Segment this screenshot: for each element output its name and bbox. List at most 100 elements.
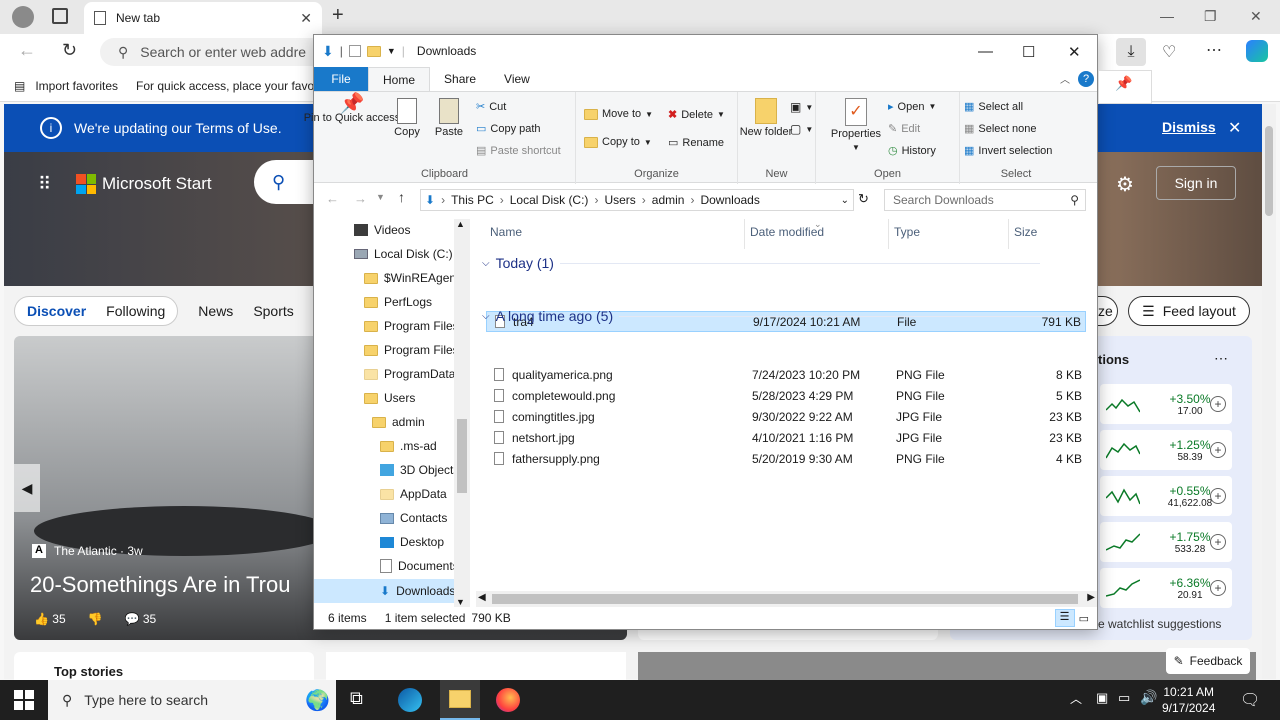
firefox-icon[interactable] [496, 688, 520, 712]
column-type[interactable]: Type [894, 225, 920, 239]
horizontal-scrollbar[interactable]: ◀ ▶ [476, 591, 1097, 607]
story-card[interactable] [638, 652, 1256, 680]
customize-qat-icon[interactable]: ▼ [387, 46, 396, 56]
feedback-button[interactable]: ✎ Feedback [1166, 648, 1250, 674]
tab-file[interactable]: File [314, 67, 368, 91]
watchlist-more-icon[interactable]: ⋯ [1214, 350, 1228, 367]
explorer-close-icon[interactable]: ✕ [1068, 43, 1081, 61]
minimize-icon[interactable]: — [1160, 8, 1174, 24]
new-item-icon[interactable]: ▣ ▼ [790, 100, 813, 114]
crumb-downloads[interactable]: Downloads [700, 193, 759, 207]
downloads-icon[interactable]: ⤓ [1116, 38, 1146, 66]
crumb-admin[interactable]: admin [652, 193, 685, 207]
group-today[interactable]: ⌵ Today (1) [482, 255, 1040, 271]
nav-documents[interactable]: Documents [380, 559, 459, 573]
tab-discover[interactable]: Discover [27, 303, 86, 319]
feed-layout-button[interactable]: ☰ Feed layout [1128, 296, 1250, 326]
tab-sports[interactable]: Sports [253, 303, 293, 319]
task-view-icon[interactable]: ⧉ [350, 688, 374, 712]
edge-icon[interactable] [398, 688, 422, 712]
start-windows-icon[interactable] [14, 690, 34, 710]
edit-button[interactable]: ✎ Edit [888, 122, 920, 136]
properties-quick-icon[interactable] [348, 45, 361, 57]
nav-desktop[interactable]: Desktop [380, 535, 444, 549]
new-tab-icon[interactable]: + [332, 4, 344, 27]
recent-locations-icon[interactable]: ▼ [376, 192, 385, 202]
address-input[interactable]: Search or enter web addre [140, 44, 306, 60]
column-size[interactable]: Size [1014, 225, 1037, 239]
tab-share[interactable]: Share [430, 67, 490, 91]
delete-button[interactable]: ✖ Delete ▼ [668, 108, 725, 122]
settings-gear-icon[interactable]: ⚙ [1116, 172, 1134, 197]
tab-view[interactable]: View [490, 67, 544, 91]
back-icon[interactable]: ← [18, 40, 36, 61]
add-stock-icon[interactable]: + [1210, 442, 1226, 458]
browser-essentials-icon[interactable]: ♡ [1162, 42, 1176, 62]
move-to-button[interactable]: Move to ▼ [584, 108, 653, 120]
nav-contacts[interactable]: Contacts [380, 511, 447, 525]
explorer-back-icon[interactable]: ← [326, 191, 339, 206]
restore-icon[interactable]: ❐ [1204, 8, 1217, 25]
add-stock-icon[interactable]: + [1210, 396, 1226, 412]
history-button[interactable]: ◷ History [888, 144, 936, 158]
crumb-local-disk[interactable]: Local Disk (C:) [510, 193, 589, 207]
tab-actions-icon[interactable] [52, 8, 68, 24]
banner-close-icon[interactable]: ✕ [1228, 118, 1241, 138]
browser-tab[interactable]: New tab ✕ [84, 2, 322, 34]
nav-scrollbar[interactable]: ▲ ▼ [454, 219, 470, 607]
nav-downloads[interactable]: ⬇ Downloads [314, 579, 455, 603]
select-all-button[interactable]: ▦ Select all [964, 100, 1023, 114]
apps-grid-icon[interactable]: ⠿ [38, 174, 51, 195]
tab-following[interactable]: Following [106, 303, 165, 319]
invert-selection-button[interactable]: ▦ Invert selection [964, 144, 1052, 158]
crumb-users[interactable]: Users [604, 193, 635, 207]
watchlist-suggestions-link[interactable]: e watchlist suggestions [1098, 617, 1221, 631]
breadcrumb[interactable]: ⬇ › This PC › Local Disk (C:) › Users › adm… [420, 189, 854, 211]
nav-admin[interactable]: admin [372, 415, 425, 429]
pin-flyout-icon[interactable]: 📌 [1115, 75, 1132, 92]
tab-news[interactable]: News [198, 303, 233, 319]
nav-winreagent[interactable]: $WinREAgent [364, 271, 459, 285]
new-folder-quick-icon[interactable] [366, 45, 381, 57]
search-downloads-input[interactable]: Search Downloads ⚲ [884, 189, 1086, 211]
display-icon[interactable]: ▭ [1118, 690, 1130, 706]
copilot-icon[interactable] [1246, 40, 1268, 62]
refresh-icon[interactable]: ↻ [62, 40, 77, 61]
explorer-minimize-icon[interactable]: — [978, 43, 993, 60]
copy-path-button[interactable]: ▭ Copy path [476, 122, 541, 136]
pin-quick-access-button[interactable]: 📌 Pin to Quick access [304, 94, 401, 124]
file-row[interactable]: fathersupply.png 5/20/2019 9:30 AM PNG F… [486, 449, 1086, 470]
column-name[interactable]: Name [490, 225, 522, 239]
close-window-icon[interactable]: ✕ [1250, 8, 1262, 25]
taskbar-search[interactable]: ⚲ Type here to search 🌍 [48, 680, 336, 720]
story-card[interactable] [326, 652, 626, 680]
large-icons-view-icon[interactable]: ▭ [1079, 612, 1089, 625]
open-button[interactable]: ▸ Open ▼ [888, 100, 936, 114]
cut-button[interactable]: ✂ Cut [476, 100, 506, 114]
nav-3d-objects[interactable]: 3D Objects [380, 463, 459, 477]
new-folder-button[interactable]: New folder [740, 98, 792, 138]
tab-home[interactable]: Home [368, 67, 431, 91]
group-long-ago[interactable]: ⌵ A long time ago (5) [482, 308, 1070, 324]
story-headline[interactable]: 20-Somethings Are in Trou [30, 572, 290, 598]
like-button[interactable]: 👍 35 [34, 612, 66, 626]
volume-icon[interactable]: 🔊 [1140, 689, 1157, 706]
nav-program-files[interactable]: Program Files [364, 319, 459, 333]
properties-button[interactable]: ✓ Properties ▼ [828, 98, 884, 154]
profile-avatar[interactable] [12, 6, 34, 28]
file-row[interactable]: completewould.png 5/28/2023 4:29 PM PNG … [486, 386, 1086, 407]
add-stock-icon[interactable]: + [1210, 488, 1226, 504]
file-row[interactable]: qualityamerica.png 7/24/2023 10:20 PM PN… [486, 365, 1086, 386]
file-explorer-taskbar-button[interactable] [440, 680, 480, 720]
nav-programdata[interactable]: ProgramData [364, 367, 455, 381]
up-folder-icon[interactable]: ↑ [398, 189, 405, 205]
add-stock-icon[interactable]: + [1210, 580, 1226, 596]
details-view-icon[interactable]: ☰ [1054, 609, 1075, 627]
paste-shortcut-button[interactable]: ▤ Paste shortcut [476, 144, 561, 158]
column-date-modified[interactable]: Date modified [750, 225, 824, 239]
nav-perflogs[interactable]: PerfLogs [364, 295, 432, 309]
address-bar[interactable]: ⚲ Search or enter web addre [100, 38, 340, 66]
explorer-maximize-icon[interactable]: ☐ [1022, 43, 1035, 61]
ms-search-icon[interactable]: ⚲ [254, 160, 314, 204]
help-icon[interactable]: ? [1078, 71, 1094, 87]
